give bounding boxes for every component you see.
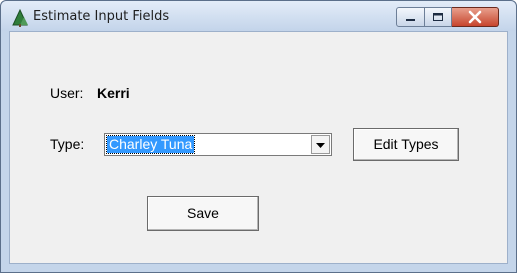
minimize-button[interactable] xyxy=(396,7,425,27)
user-value: Kerri xyxy=(97,85,130,101)
save-button[interactable]: Save xyxy=(147,196,259,231)
dropdown-arrow-button[interactable] xyxy=(311,135,330,154)
dialog-window: Estimate Input Fields User: Kerri Type: … xyxy=(0,0,517,273)
title-bar[interactable]: Estimate Input Fields xyxy=(1,1,516,31)
close-icon xyxy=(468,10,482,24)
close-button[interactable] xyxy=(452,7,499,27)
type-selected-value[interactable]: Charley Tuna xyxy=(105,135,196,154)
maximize-button[interactable] xyxy=(425,7,452,27)
app-tree-icon xyxy=(11,8,29,27)
chevron-down-icon xyxy=(316,143,325,148)
type-dropdown[interactable]: Charley Tuna xyxy=(104,133,332,156)
minimize-icon xyxy=(406,19,415,21)
dialog-body: User: Kerri Type: Charley Tuna Edit Type… xyxy=(9,31,508,264)
edit-types-button[interactable]: Edit Types xyxy=(353,128,459,161)
type-label: Type: xyxy=(50,136,85,152)
user-label: User: xyxy=(50,85,84,101)
maximize-icon xyxy=(433,13,443,21)
window-title: Estimate Input Fields xyxy=(33,9,170,24)
